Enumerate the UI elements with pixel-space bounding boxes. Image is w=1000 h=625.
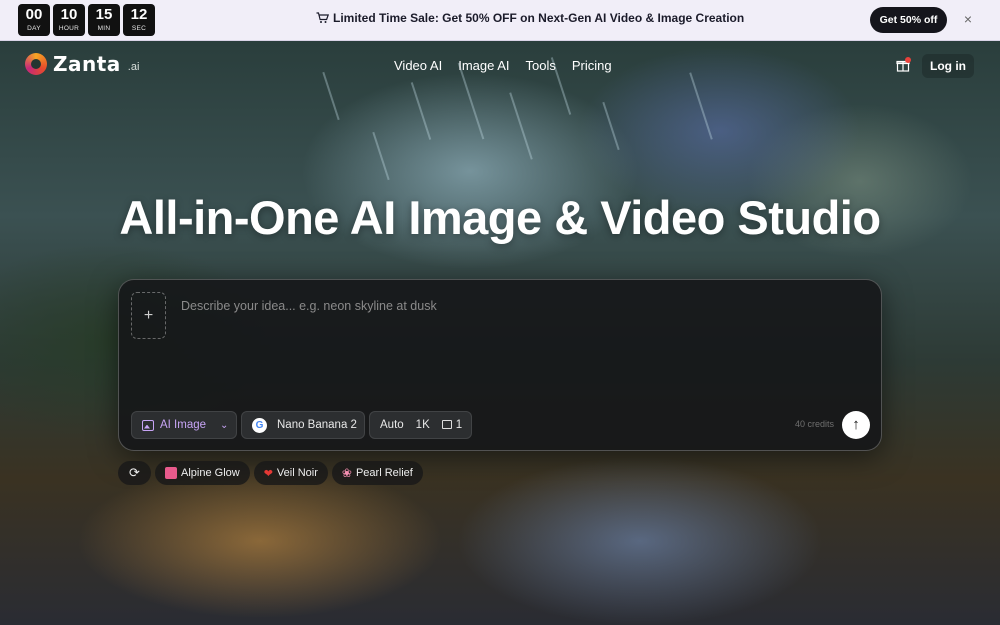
timer-day-value: 00 [25,6,43,23]
promo-bar: 00 DAY 10 HOUR 15 MIN 12 SEC Limited Time Sa… [0,0,1000,41]
flower-icon: ❀ [341,466,352,480]
get-discount-button[interactable]: Get 50% off [870,7,947,33]
aspect-ratio-value: Auto [380,419,404,431]
model-select[interactable]: G Nano Banana 2 [241,411,365,439]
promo-message: Limited Time Sale: Get 50% OFF on Next-G… [316,11,744,25]
style-chips: ⟳ Alpine Glow ❤ Veil Noir ❀ Pearl Relief [118,461,423,485]
brand-suffix: .ai [127,61,140,73]
add-reference-button[interactable]: + [131,292,166,339]
countdown-timer: 00 DAY 10 HOUR 15 MIN 12 SEC [18,4,155,36]
nav-tools[interactable]: Tools [526,58,556,73]
notification-dot [905,57,911,63]
logo-mark-icon [25,53,47,75]
timer-min-unit: MIN [97,25,111,32]
send-button[interactable]: ↑ [842,411,870,439]
timer-hour-value: 10 [60,6,78,23]
nav-image-ai[interactable]: Image AI [458,58,509,73]
brand-name: Zanta [53,52,121,76]
timer-min: 15 MIN [88,4,120,36]
timer-day: 00 DAY [18,4,50,36]
zanta-logo[interactable]: Zanta .ai [25,52,139,76]
image-count: 1 [441,419,463,431]
timer-hour-unit: HOUR [58,25,80,32]
credits-label: 40 credits [795,419,835,429]
cart-icon [316,12,329,23]
promo-message-text: Limited Time Sale: Get 50% OFF on Next-G… [333,11,745,25]
resolution-value: 1K [415,419,430,431]
timer-hour: 10 HOUR [53,4,85,36]
login-button[interactable]: Log in [922,54,974,78]
chip-alpine-glow[interactable]: Alpine Glow [155,461,250,485]
nav-video-ai[interactable]: Video AI [394,58,442,73]
prompt-composer: + AI Image ⌄ G Nano Banana 2 Auto 1K 1 4… [118,279,882,451]
output-options[interactable]: Auto 1K 1 [369,411,472,439]
chip-veil-noir[interactable]: ❤ Veil Noir [253,461,328,485]
close-icon[interactable]: × [961,12,975,26]
timer-day-unit: DAY [27,25,41,32]
chip-label: Alpine Glow [181,467,240,479]
hero-headline: All-in-One AI Image & Video Studio [119,191,881,244]
heart-icon: ❤ [263,467,273,480]
nav-pricing[interactable]: Pricing [572,58,612,73]
timer-sec-value: 12 [130,6,148,23]
timer-sec-unit: SEC [131,25,147,32]
chevron-down-icon: ⌄ [220,419,229,431]
mode-label: AI Image [160,419,207,431]
timer-sec: 12 SEC [123,4,155,36]
main-nav: Video AI Image AI Tools Pricing [394,58,612,73]
chip-pearl-relief[interactable]: ❀ Pearl Relief [331,461,423,485]
model-label: Nano Banana 2 [277,419,357,431]
prompt-input[interactable] [181,295,781,317]
image-icon [142,419,154,431]
refresh-icon[interactable]: ⟳ [118,461,151,485]
image-count-icon [441,420,452,429]
alpine-glow-icon [165,467,177,479]
timer-min-value: 15 [95,6,113,23]
google-icon: G [252,417,267,433]
chip-label: Pearl Relief [355,467,413,479]
chip-label: Veil Noir [276,467,318,479]
image-count-value: 1 [455,419,463,431]
mode-select[interactable]: AI Image ⌄ [131,411,237,439]
